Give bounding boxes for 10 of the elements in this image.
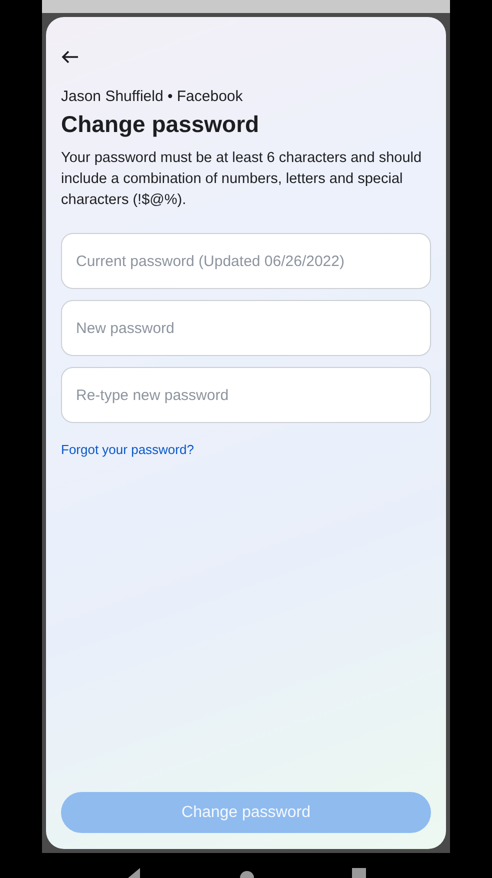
page-title: Change password [61, 111, 260, 138]
back-arrow-icon[interactable] [61, 50, 79, 64]
back-nav-icon[interactable] [126, 868, 142, 878]
password-field[interactable]: Re-type new password [61, 367, 431, 423]
password-field[interactable]: New password [61, 300, 431, 356]
description-text: Your password must be at least 6 characters and should include a combination of numbers, letters and special characters (!$@%). [61, 149, 423, 210]
password-field[interactable]: Current password (Updated 06/26/2022) [61, 233, 431, 289]
home-nav-icon[interactable] [239, 868, 255, 878]
account-label: Jason Shuffield • Facebook [61, 88, 244, 105]
forgot-password-link[interactable]: Forgot your password? [61, 442, 194, 457]
